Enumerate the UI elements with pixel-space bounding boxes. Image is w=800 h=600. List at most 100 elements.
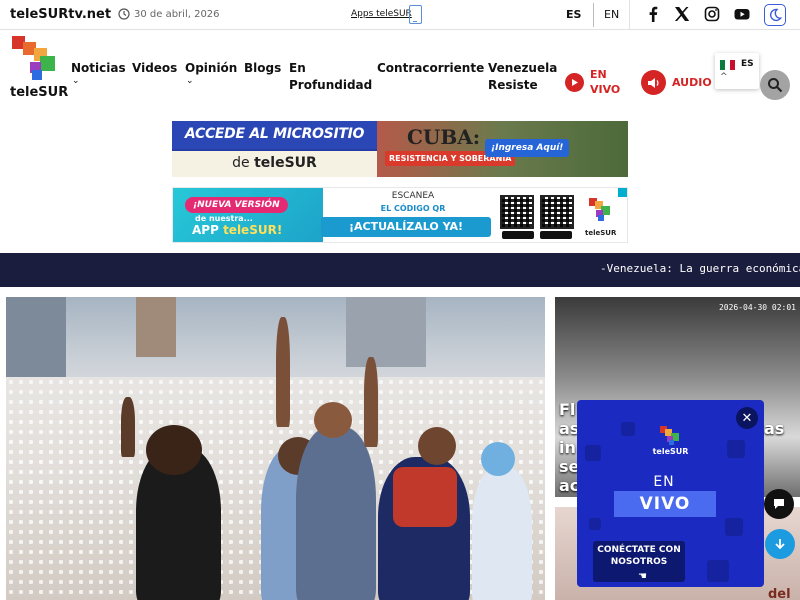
banner-cta-button[interactable]: ¡Ingresa Aquí!: [485, 139, 570, 157]
side-story-2-text: del P: [768, 587, 791, 600]
nav-opinion[interactable]: Opinión ⌄: [185, 60, 237, 86]
live-button[interactable]: EN VIVO: [565, 67, 624, 97]
date-display: 30 de abril, 2026: [118, 8, 220, 20]
banner-photo-panel: CUBA: RESISTENCIA Y SOBERANÍA ¡Ingresa A…: [377, 121, 628, 177]
ad-choices-icon[interactable]: [618, 188, 627, 197]
banner-app-prefix: APP: [192, 223, 224, 237]
side-story-date: 2026-04-30 02:01: [718, 303, 796, 312]
divider: [629, 0, 630, 30]
app-store-icon: [540, 231, 572, 239]
arrow-down-icon: [775, 539, 785, 550]
telesur-logo: [660, 426, 679, 445]
divider: [593, 3, 594, 27]
banner-update-button[interactable]: ¡ACTUALÍZALO YA!: [321, 217, 491, 237]
banner-scan-text: ESCANEA: [391, 191, 435, 201]
language-selector[interactable]: ES ^: [715, 53, 759, 89]
popup-logo-text: teleSUR: [652, 447, 689, 456]
nav-contracorriente[interactable]: Contracorriente: [377, 60, 484, 77]
lang-en-link[interactable]: EN: [604, 8, 619, 21]
nav-en-profundidad[interactable]: En Profundidad: [289, 60, 372, 94]
qr-code-icon: [500, 195, 534, 229]
search-icon: [768, 78, 783, 93]
banner-left-panel: ¡NUEVA VERSIÓN de nuestra... APP teleSUR…: [173, 188, 323, 242]
chevron-up-icon: ^: [720, 72, 728, 82]
person-head: [314, 402, 352, 438]
nav-noticias[interactable]: Noticias ⌄: [71, 60, 126, 86]
banner-small-text: de nuestra...: [195, 214, 253, 223]
clock-icon: [118, 8, 130, 20]
theme-toggle-button[interactable]: [764, 4, 786, 26]
youtube-icon[interactable]: [734, 6, 750, 22]
raised-arm: [121, 397, 135, 457]
decor-square: [707, 560, 729, 582]
nav-videos[interactable]: Videos: [132, 60, 177, 77]
banner-scan2-text: EL CÓDIGO QR: [380, 204, 446, 213]
raised-arm: [364, 357, 378, 447]
logo-text[interactable]: teleSUR: [10, 85, 68, 100]
x-icon[interactable]: [674, 6, 690, 22]
live-popup[interactable]: ✕ teleSUR EN VIVO CONÉCTATE CON NOSOTROS…: [577, 400, 764, 587]
nav-venezuela-resiste[interactable]: Venezuela Resiste: [488, 60, 558, 94]
apps-telesur-link[interactable]: Apps teleSUR: [351, 9, 412, 19]
banner-logo-text: teleSUR: [585, 229, 617, 237]
decor-square: [725, 518, 743, 536]
play-icon: [565, 72, 584, 92]
nav-opinion-label: Opinión: [185, 61, 238, 75]
date-text: 30 de abril, 2026: [134, 8, 220, 20]
decor-square: [589, 518, 601, 530]
banner-pill: ¡NUEVA VERSIÓN: [185, 197, 288, 213]
chat-button[interactable]: [764, 489, 794, 519]
phone-icon[interactable]: [409, 5, 422, 24]
search-button[interactable]: [760, 70, 790, 100]
audio-label: AUDIO: [672, 76, 712, 89]
banner-left-panel: ACCEDE AL MICROSITIO de teleSUR: [172, 121, 377, 177]
speaker-icon: [641, 70, 666, 95]
scroll-down-button[interactable]: [765, 529, 795, 559]
chevron-down-icon: ⌄: [72, 76, 80, 86]
chat-icon: [774, 499, 784, 509]
background-building: [136, 297, 176, 357]
live-label: EN VIVO: [590, 68, 621, 96]
language-selector-label: ES: [741, 59, 754, 69]
decor-square: [621, 422, 635, 436]
mexico-flag-icon: [720, 60, 735, 70]
banner-cuba-title: CUBA:: [407, 125, 481, 149]
lang-es-link[interactable]: ES: [566, 8, 581, 21]
person: [296, 427, 376, 600]
google-play-icon: [502, 231, 534, 239]
background-building: [6, 297, 66, 377]
person-head: [146, 425, 202, 475]
background-building: [346, 297, 426, 367]
raised-arm: [276, 317, 290, 427]
microsite-banner[interactable]: ACCEDE AL MICROSITIO de teleSUR CUBA: RE…: [172, 121, 628, 177]
instagram-icon[interactable]: [704, 6, 720, 22]
banner-app-text: APP teleSUR!: [192, 223, 282, 237]
chevron-down-icon: ⌄: [186, 76, 194, 86]
headline-fragment: as: [764, 419, 785, 438]
shirt-print: [393, 467, 457, 527]
telesur-logo: [589, 198, 610, 221]
facebook-icon[interactable]: [645, 6, 661, 22]
person-head: [418, 427, 456, 465]
banner-subtitle: de teleSUR: [172, 151, 377, 177]
close-icon[interactable]: ✕: [736, 407, 758, 429]
banner-headline: ACCEDE AL MICROSITIO: [184, 126, 365, 142]
person: [472, 467, 532, 600]
site-name-link[interactable]: teleSURtv.net: [10, 7, 111, 22]
featured-story-image[interactable]: [6, 297, 545, 600]
nav-blogs[interactable]: Blogs: [244, 60, 281, 77]
hand-pointer-icon: ☚: [638, 571, 647, 582]
audio-button[interactable]: AUDIO: [641, 70, 712, 95]
moon-icon: [769, 8, 782, 22]
banner-sub-brand: teleSUR: [254, 155, 317, 171]
qr-code-icon: [540, 195, 574, 229]
banner-sub-prefix: de: [232, 155, 255, 171]
top-bar: teleSURtv.net 30 de abril, 2026 Apps tel…: [0, 0, 800, 30]
news-ticker: -Venezuela: La guerra económica del: [0, 253, 800, 287]
person-head: [481, 442, 515, 476]
popup-en-text: EN: [653, 474, 675, 490]
ticker-text[interactable]: -Venezuela: La guerra económica del: [600, 262, 800, 275]
app-banner[interactable]: ¡NUEVA VERSIÓN de nuestra... APP teleSUR…: [172, 187, 628, 243]
popup-vivo-text: VIVO: [639, 494, 691, 514]
nav-noticias-label: Noticias: [71, 61, 126, 75]
